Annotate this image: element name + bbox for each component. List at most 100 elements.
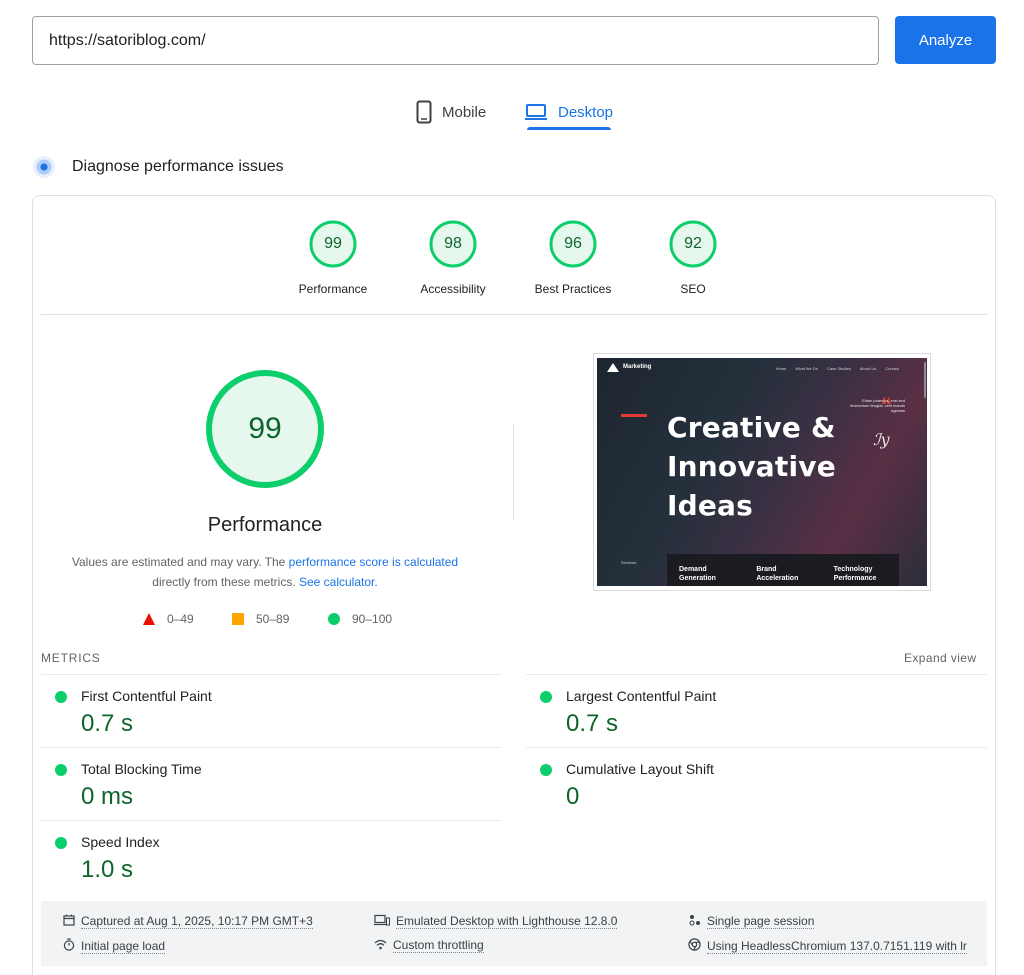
- thumb-hero-heading: Creative & Innovative Ideas: [667, 408, 836, 525]
- metric-value: 0: [566, 783, 580, 810]
- gauge-score: 98: [444, 235, 462, 252]
- thumb-nav-item: Contact: [885, 366, 899, 371]
- gauge-performance[interactable]: 99 Performance: [273, 219, 393, 296]
- score-calculated-link[interactable]: performance score is calculated: [289, 555, 458, 569]
- metric-value: 0 ms: [81, 783, 134, 810]
- runtime-text: Emulated Desktop with Lighthouse 12.8.0: [396, 914, 618, 929]
- pass-circle-icon: [540, 764, 552, 776]
- runtime-text: Custom throttling: [393, 938, 484, 953]
- gauge-label: Performance: [298, 282, 368, 296]
- gauge-label: Accessibility: [420, 282, 486, 296]
- circle-icon: [328, 613, 340, 625]
- legend-label: 50–89: [256, 612, 290, 626]
- gauge-ring: 96: [548, 219, 598, 269]
- expand-view-toggle[interactable]: Expand view: [904, 651, 976, 665]
- hero-line: Ideas: [667, 489, 754, 522]
- hero-line: Innovative: [667, 450, 836, 483]
- laptop-icon: [525, 104, 547, 120]
- gauge-ring: 98: [428, 219, 478, 269]
- tab-mobile-label: Mobile: [442, 103, 487, 121]
- square-icon: [232, 613, 244, 625]
- metric-label: Total Blocking Time: [81, 761, 202, 777]
- performance-gauge-large: 99: [204, 368, 326, 490]
- gauge-label: SEO: [680, 282, 706, 296]
- stopwatch-icon: [62, 938, 75, 954]
- gauge-score: 99: [324, 235, 342, 252]
- runtime-text: Initial page load: [81, 938, 166, 954]
- metric-value: 0.7 s: [81, 710, 134, 737]
- metric-divider: [41, 820, 502, 821]
- gauge-score: 96: [564, 235, 582, 252]
- gauge-accessibility[interactable]: 98 Accessibility: [393, 219, 513, 296]
- thumb-nav-item: Case Studies: [826, 366, 851, 371]
- desc-text: Values are estimated and may vary. The: [71, 555, 289, 569]
- performance-score: 99: [248, 412, 282, 445]
- desc-text: directly from these metrics.: [152, 575, 299, 589]
- runtime-throttling[interactable]: Custom throttling: [374, 938, 484, 953]
- tab-mobile[interactable]: Mobile: [416, 92, 486, 132]
- runtime-emulated[interactable]: Emulated Desktop with Lighthouse 12.8.0: [374, 914, 618, 929]
- runtime-text: Captured at Aug 1, 2025, 10:17 PM GMT+3: [81, 914, 313, 929]
- gauge-best-practices[interactable]: 96 Best Practices: [513, 219, 633, 296]
- gauge-seo[interactable]: 92 SEO: [633, 219, 753, 296]
- metric-divider: [526, 747, 987, 748]
- thumb-nav-item: Home: [775, 366, 787, 371]
- runtime-text: Single page session: [707, 914, 815, 929]
- thumb-cell: Technology Performance: [833, 566, 877, 582]
- diagnose-icon: [33, 156, 55, 178]
- pass-circle-icon: [55, 837, 67, 849]
- url-input[interactable]: [32, 16, 879, 65]
- phone-icon: [416, 100, 432, 124]
- signature-icon: ℐy: [873, 430, 890, 449]
- metric-label: Speed Index: [81, 834, 160, 850]
- vertical-separator: [513, 423, 514, 521]
- metric-value: 1.0 s: [81, 856, 134, 883]
- tab-desktop[interactable]: Desktop: [524, 92, 613, 132]
- thumb-services: Services: [621, 560, 637, 565]
- wifi-icon: [374, 939, 387, 953]
- triangle-icon: [143, 613, 155, 625]
- metric-label: Largest Contentful Paint: [566, 688, 717, 704]
- tab-desktop-label: Desktop: [558, 103, 614, 121]
- session-icon: [688, 914, 701, 929]
- thumb-nav-item: About Us: [859, 366, 877, 371]
- metrics-title: METRICS: [41, 651, 101, 665]
- runtime-text: Using HeadlessChromium 137.0.7151.119 wi…: [707, 938, 967, 954]
- runtime-page-load[interactable]: Initial page load: [62, 938, 166, 954]
- performance-description: Values are estimated and may vary. The p…: [60, 552, 470, 592]
- runtime-session[interactable]: Single page session: [688, 914, 815, 929]
- thumb-services-bar: Demand Generation Brand Acceleration Techn…: [667, 554, 899, 586]
- runtime-settings: [41, 901, 987, 966]
- metric-value: 0.7 s: [566, 710, 619, 737]
- thumb-nav-item: What We Do: [795, 366, 818, 371]
- chrome-icon: [688, 938, 701, 954]
- final-screenshot[interactable]: Marketing Home What We Do Case Studies A…: [597, 358, 927, 586]
- hero-line: Creative &: [667, 411, 836, 444]
- see-calculator-link[interactable]: See calculator.: [299, 575, 378, 589]
- gauge-score: 92: [684, 235, 702, 252]
- logo-icon: [607, 363, 619, 372]
- metric-divider: [41, 747, 502, 748]
- gauge-ring: 92: [668, 219, 718, 269]
- gauge-label: Best Practices: [534, 282, 612, 296]
- pass-circle-icon: [540, 691, 552, 703]
- calendar-icon: [62, 914, 75, 929]
- legend-label: 90–100: [352, 612, 393, 626]
- metric-label: Cumulative Layout Shift: [566, 761, 714, 777]
- devices-icon: [374, 914, 390, 929]
- thumb-cell: Brand Acceleration: [756, 566, 799, 582]
- runtime-browser[interactable]: Using HeadlessChromium 137.0.7151.119 wi…: [688, 938, 967, 954]
- thumb-quote: Etiam pharetra, erat sed fermentum feugi…: [850, 398, 905, 413]
- thumb-nav: Home What We Do Case Studies About Us Co…: [776, 366, 899, 371]
- legend-fail: 0–49: [143, 612, 194, 626]
- diagnose-title: Diagnose performance issues: [72, 158, 284, 175]
- analyze-button[interactable]: Analyze: [895, 16, 996, 64]
- gauge-ring: 99: [308, 219, 358, 269]
- runtime-captured[interactable]: Captured at Aug 1, 2025, 10:17 PM GMT+3: [62, 914, 313, 929]
- metric-divider: [526, 674, 987, 675]
- thumb-accent-bar: [621, 414, 647, 417]
- thumb-cell: Demand Generation: [679, 566, 716, 582]
- metric-label: First Contentful Paint: [81, 688, 212, 704]
- thumb-brand: Marketing: [623, 364, 652, 370]
- pass-circle-icon: [55, 764, 67, 776]
